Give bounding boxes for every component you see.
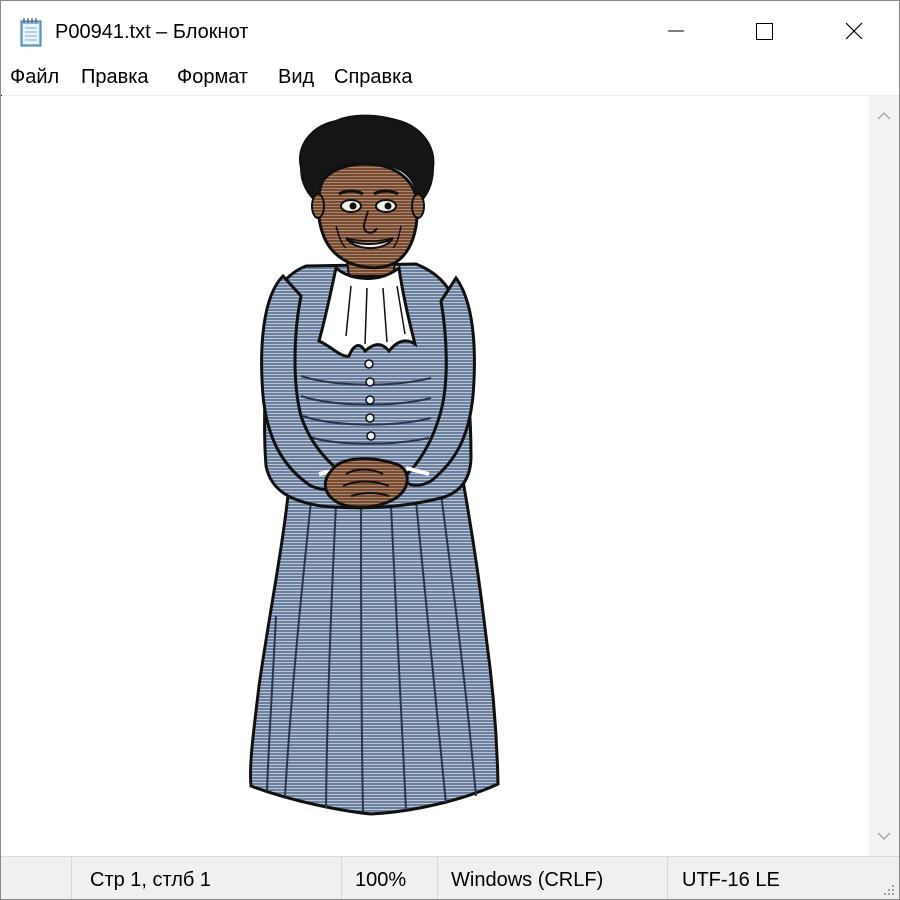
resize-grip-icon[interactable] <box>881 882 895 896</box>
menu-file[interactable]: Файл <box>10 66 59 89</box>
title-bar[interactable]: P00941.txt – Блокнот <box>1 1 899 61</box>
chevron-down-icon <box>877 832 891 841</box>
notepad-window: P00941.txt – Блокнот Файл Правка Формат … <box>0 0 900 900</box>
status-bar: Стр 1, стлб 1 100% Windows (CRLF) UTF-16… <box>1 856 899 899</box>
vertical-scrollbar[interactable] <box>869 96 899 856</box>
scroll-down-button[interactable] <box>869 816 899 856</box>
menu-help[interactable]: Справка <box>334 66 412 89</box>
menu-edit[interactable]: Правка <box>81 66 149 89</box>
menu-bar: Файл Правка Формат Вид Справка <box>1 61 899 96</box>
chevron-up-icon <box>877 111 891 120</box>
status-encoding: UTF-16 LE <box>682 869 780 891</box>
notepad-icon <box>19 17 43 47</box>
status-separator <box>667 857 668 899</box>
minimize-icon <box>668 30 684 32</box>
status-separator <box>71 857 72 899</box>
ascii-art-woman-figure <box>248 114 500 816</box>
scroll-up-button[interactable] <box>869 96 899 136</box>
status-zoom: 100% <box>355 869 407 891</box>
status-separator <box>437 857 438 899</box>
maximize-icon <box>756 23 773 40</box>
close-icon <box>845 22 863 40</box>
menu-format[interactable]: Формат <box>177 66 248 89</box>
close-button[interactable] <box>809 1 899 61</box>
status-line-endings: Windows (CRLF) <box>451 869 604 891</box>
text-editor-area[interactable] <box>1 96 869 856</box>
status-separator <box>341 857 342 899</box>
menu-view[interactable]: Вид <box>278 66 314 89</box>
maximize-button[interactable] <box>719 1 809 61</box>
status-cursor-position: Стр 1, стлб 1 <box>90 869 212 891</box>
minimize-button[interactable] <box>631 1 721 61</box>
window-title: P00941.txt – Блокнот <box>55 21 249 43</box>
